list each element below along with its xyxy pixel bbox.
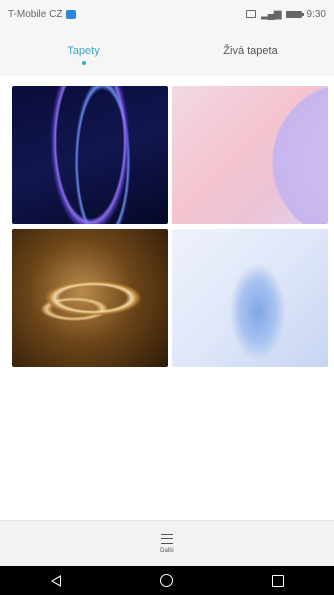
wallpaper-thumbnail-dark-blue-curve[interactable]: [12, 86, 168, 224]
message-icon: [66, 9, 77, 19]
wallpaper-tabs: Tapety Živá tapeta: [0, 34, 334, 76]
battery-icon: [285, 10, 304, 18]
home-icon: [160, 574, 174, 587]
home-button[interactable]: [152, 566, 182, 595]
menu-icon: [160, 533, 173, 544]
status-right: ▂▄▆ 9:30: [246, 9, 326, 20]
carrier-name: T-Mobile CZ: [8, 8, 63, 20]
sim-icon: [246, 10, 257, 18]
clock: 9:30: [306, 8, 326, 20]
status-bar: T-Mobile CZ ▂▄▆ 9:30: [0, 0, 334, 28]
more-button[interactable]: Další: [160, 533, 174, 554]
recent-apps-button[interactable]: [263, 566, 293, 595]
system-nav-bar: [0, 566, 334, 595]
tab-live-wallpaper[interactable]: Živá tapeta: [167, 34, 334, 76]
bottom-action-bar: Další: [0, 520, 334, 566]
tab-wallpapers[interactable]: Tapety: [0, 34, 167, 76]
back-button[interactable]: [41, 566, 71, 595]
recent-apps-icon: [272, 574, 285, 587]
wallpaper-thumbnail-light-blue-fold[interactable]: [172, 229, 328, 367]
wallpaper-thumbnail-golden-sculpture[interactable]: [12, 229, 168, 367]
signal-icon: ▂▄▆: [261, 8, 281, 20]
back-icon: [50, 574, 61, 587]
tab-label: Tapety: [67, 45, 100, 57]
more-label: Další: [160, 547, 174, 554]
wallpaper-thumbnail-pink-lilac-abstract[interactable]: [172, 86, 328, 224]
tab-label: Živá tapeta: [223, 45, 278, 57]
status-left: T-Mobile CZ: [8, 8, 77, 20]
wallpaper-grid: [0, 76, 334, 520]
active-tab-indicator: [81, 61, 86, 65]
